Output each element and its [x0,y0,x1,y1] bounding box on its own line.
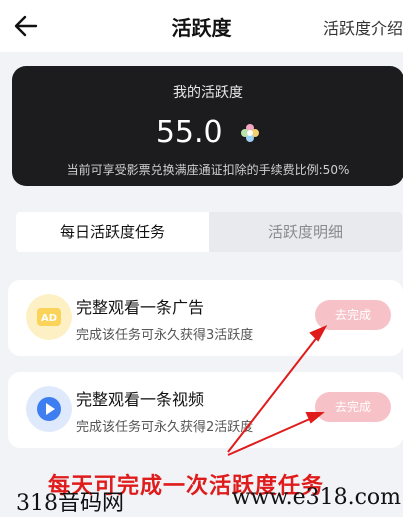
activity-intro-link[interactable]: 活跃度介绍 [323,15,403,39]
task-subtitle: 完成该任务可永久获得3活跃度 [76,328,254,343]
activity-summary-card: 我的活跃度 55.0 当前可享受影票兑换满座通证扣除的手续费比例:50% [12,66,403,186]
task-title: 完整观看一条视频 [76,390,205,409]
summary-label: 我的活跃度 [173,85,243,101]
summary-value-row: 55.0 [12,114,403,150]
top-nav-bar: 活跃度 活跃度介绍 [0,0,403,52]
flower-icon [241,123,260,142]
watermark-right: www.e318.com [231,485,401,510]
activity-score: 55.0 [155,115,223,150]
task-subtitle: 完成该任务可永久获得2活跃度 [76,420,254,435]
task-title: 完整观看一条广告 [76,298,205,317]
watermark: 318音码网 www.e318.com [16,485,403,517]
play-icon [26,386,72,432]
tab-daily-tasks[interactable]: 每日活跃度任务 [16,212,209,252]
watermark-left: 318音码网 [16,491,124,516]
complete-task-button[interactable]: 去完成 [315,300,391,330]
complete-task-button[interactable]: 去完成 [315,392,391,422]
tab-activity-details[interactable]: 活跃度明细 [209,212,402,252]
ad-icon-label: AD [41,313,57,324]
task-card-video: 完整观看一条视频 完成该任务可永久获得2活跃度 去完成 [8,372,403,448]
task-card-ad: AD 完整观看一条广告 完成该任务可永久获得3活跃度 去完成 [8,280,403,356]
task-tabs: 每日活跃度任务 活跃度明细 [16,212,402,252]
ad-icon: AD [26,294,72,340]
fee-ratio-description: 当前可享受影票兑换满座通证扣除的手续费比例:50% [66,163,350,177]
